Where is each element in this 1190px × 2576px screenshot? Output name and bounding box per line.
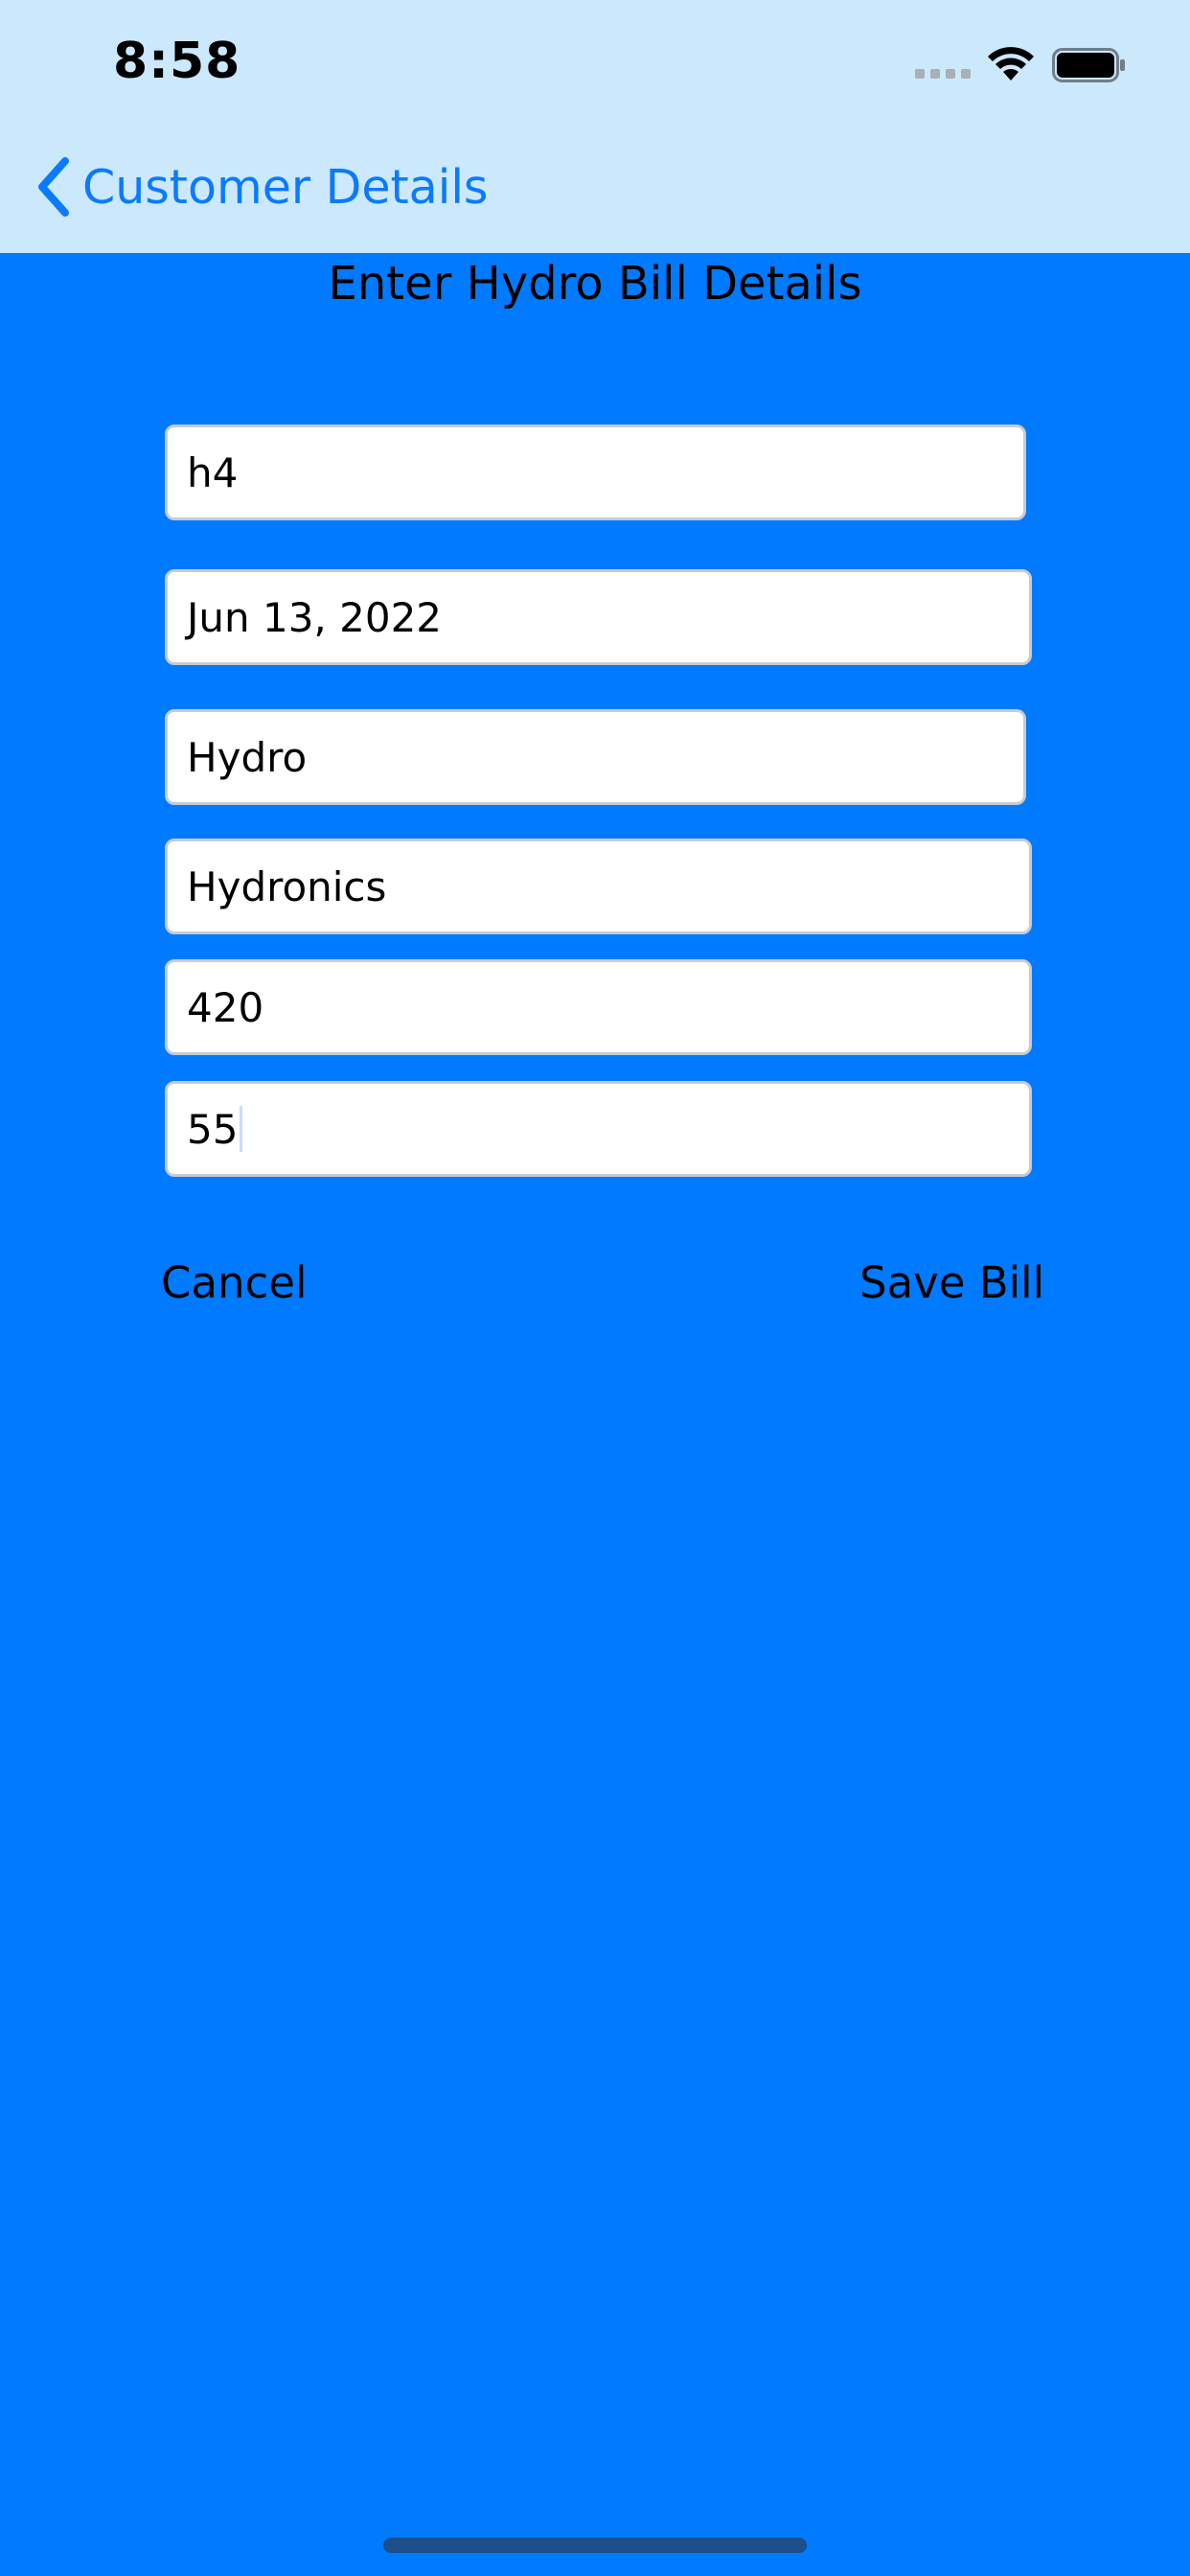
utility-type-value: Hydro bbox=[187, 733, 308, 781]
page-title: Enter Hydro Bill Details bbox=[328, 257, 862, 310]
bill-date-field[interactable]: Jun 13, 2022 bbox=[165, 569, 1032, 665]
navigation-header: 8:58 Customer Details bbox=[0, 0, 1190, 253]
usage-value: 420 bbox=[187, 983, 264, 1031]
bill-id-field[interactable]: h4 bbox=[165, 425, 1026, 520]
screen: 8:58 Customer Details Enter Hydro Bill D… bbox=[0, 0, 1190, 2576]
amount-value: 55 bbox=[187, 1105, 239, 1153]
save-bill-button[interactable]: Save Bill bbox=[859, 1257, 1044, 1308]
amount-field[interactable]: 55 bbox=[165, 1081, 1032, 1177]
wifi-icon bbox=[988, 47, 1034, 80]
battery-icon bbox=[1052, 48, 1125, 82]
status-time: 8:58 bbox=[113, 33, 241, 90]
cellular-signal-icon bbox=[915, 69, 973, 80]
provider-value: Hydronics bbox=[187, 862, 387, 910]
provider-field[interactable]: Hydronics bbox=[165, 839, 1032, 934]
text-cursor bbox=[240, 1106, 243, 1152]
back-button-label: Customer Details bbox=[82, 159, 489, 215]
utility-type-field[interactable]: Hydro bbox=[165, 709, 1026, 805]
bill-date-value: Jun 13, 2022 bbox=[187, 593, 443, 641]
chevron-left-icon bbox=[38, 157, 69, 217]
bill-id-value: h4 bbox=[187, 448, 239, 496]
home-indicator[interactable] bbox=[383, 2538, 807, 2553]
usage-field[interactable]: 420 bbox=[165, 959, 1032, 1055]
back-button[interactable]: Customer Details bbox=[34, 153, 488, 220]
cancel-button[interactable]: Cancel bbox=[161, 1257, 307, 1308]
